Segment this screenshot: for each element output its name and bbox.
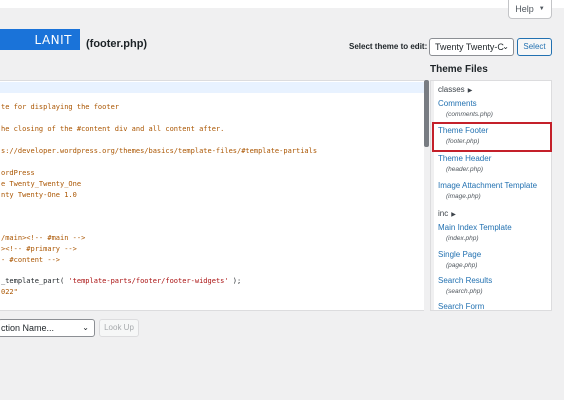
editor-scroll-thumb[interactable] (424, 80, 429, 147)
code-line: /main><!-- #main --> (1, 234, 86, 242)
folder-inc[interactable]: inc ▶ (438, 209, 456, 218)
caret-down-icon: ▼ (538, 6, 545, 12)
chevron-down-icon: ⌄ (502, 42, 509, 51)
code-line: ordPress (1, 169, 35, 177)
theme-select[interactable]: Twenty Twenty-C ⌄ (429, 38, 514, 56)
theme-files-list: classes ▶ Comments (comments.php) Theme F… (430, 80, 552, 311)
code-line: _template_part( 'template-parts/footer/f… (1, 277, 242, 285)
code-line: s://developer.wordpress.org/themes/basic… (1, 147, 318, 155)
file-item-header[interactable]: Theme Header (header.php) (438, 154, 550, 174)
code-line: - #content --> (1, 256, 61, 264)
code-line: e Twenty_Twenty_One (1, 180, 82, 188)
code-line: ><!-- #primary --> (1, 245, 77, 253)
code-line: te for displaying the footer (1, 103, 120, 111)
brand-logo: LANIT (0, 29, 80, 50)
function-name-select[interactable]: ction Name... ⌄ (0, 319, 95, 337)
theme-file-editor: Help ▼ LANIT (footer.php) Select theme t… (0, 0, 564, 400)
select-theme-button[interactable]: Select (517, 38, 552, 56)
chevron-down-icon: ⌄ (82, 323, 89, 332)
file-item-index[interactable]: Main Index Template (index.php) (438, 223, 550, 243)
page-title: (footer.php) (86, 38, 148, 50)
active-line-highlight (0, 82, 425, 93)
code-editor[interactable]: te for displaying the footer he closing … (0, 80, 426, 311)
file-item-search[interactable]: Search Results (search.php) (438, 276, 550, 296)
lookup-button[interactable]: Look Up (99, 319, 139, 337)
code-line: 022" (1, 288, 18, 296)
select-theme-label: Select theme to edit: (349, 42, 428, 51)
help-label: Help (515, 4, 534, 14)
file-item-footer[interactable]: Theme Footer (footer.php) (438, 126, 550, 146)
code-line: nty Twenty-One 1.0 (1, 191, 77, 199)
file-item-image[interactable]: Image Attachment Template (image.php) (438, 181, 550, 201)
files-scrollbar[interactable] (431, 81, 434, 310)
file-item-searchform[interactable]: Search Form (438, 302, 550, 310)
top-strip (0, 0, 564, 8)
file-item-comments[interactable]: Comments (comments.php) (438, 99, 550, 119)
file-item-page[interactable]: Single Page (page.php) (438, 250, 550, 270)
theme-select-value: Twenty Twenty-C (435, 42, 504, 52)
help-tab-button[interactable]: Help ▼ (508, 0, 552, 19)
code-line: he closing of the #content div and all c… (1, 125, 225, 133)
theme-files-title: Theme Files (430, 64, 488, 75)
caret-right-icon: ▶ (467, 88, 473, 94)
caret-right-icon: ▶ (451, 212, 456, 218)
folder-classes[interactable]: classes ▶ (438, 85, 472, 94)
